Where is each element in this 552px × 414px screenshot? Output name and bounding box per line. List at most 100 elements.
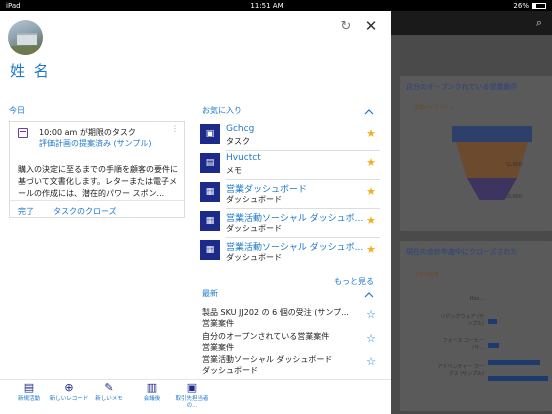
funnel-label: \2,000 — [506, 162, 522, 168]
complete-button[interactable]: 完了 — [18, 206, 34, 217]
recent-type: 営業案件 — [202, 319, 234, 328]
after-meeting-label: 会議後 — [143, 396, 161, 402]
star-filled-icon[interactable]: ★ — [366, 215, 376, 226]
star-filled-icon[interactable]: ★ — [366, 186, 376, 197]
chevron-up-icon[interactable] — [364, 291, 374, 299]
new-note-button[interactable]: ✎ 新しいメモ — [89, 382, 129, 403]
navigation-panel: 姓 名 ↻ ✕ 今日 10:00 am が期限のタスク 評価計画の提案済み (サ… — [0, 11, 391, 414]
task-actions: 完了 タスクのクローズ — [10, 200, 184, 218]
star-outline-icon[interactable]: ☆ — [366, 309, 376, 320]
star-outline-icon[interactable]: ☆ — [366, 333, 376, 344]
star-filled-icon[interactable]: ★ — [366, 157, 376, 168]
card-title: 現在の会計年度中にクローズされた — [406, 248, 518, 256]
battery-status: 26% — [513, 2, 546, 10]
close-task-button[interactable]: タスクのクローズ — [53, 206, 117, 217]
recent-heading: 最新 — [202, 289, 218, 298]
recent-title: 製品 SKU JJ202 の 6 個の受注 (サンプ... — [202, 308, 349, 317]
recent-item[interactable]: 自分のオープンされている営業案件 営業案件 ☆ — [200, 331, 380, 355]
favorite-item[interactable]: ▦ 営業活動ソーシャル ダッシュボ... ダッシュボード ★ — [200, 211, 380, 235]
bar — [488, 360, 540, 365]
after-meeting-button[interactable]: ▥ 会議後 — [132, 382, 172, 403]
favorite-item[interactable]: ▤ Hvuctct メモ ★ — [200, 153, 380, 177]
bar — [488, 376, 548, 381]
dashboard-icon: ▦ — [200, 211, 220, 231]
card-subtitle: 上位の顧客 — [414, 272, 440, 278]
new-activity-button[interactable]: ▤ 新規活動 — [9, 382, 49, 403]
close-icon[interactable]: ✕ — [364, 19, 378, 34]
task-card[interactable]: 10:00 am が期限のタスク 評価計画の提案済み (サンプル) ⋮ 購入の決… — [9, 121, 185, 218]
bar-label: リビングウェア (サンプル) — [440, 314, 484, 327]
today-heading: 今日 — [9, 106, 25, 115]
contact-button[interactable]: ▣ 取引先担当者の... — [172, 382, 212, 410]
background-app: ⌕ 自分のオープンされている営業案件 営業パイプライン \2,000 \3,00… — [391, 11, 552, 414]
quick-actions-bar: ▤ 新規活動 ⊕ 新しいレコード ✎ 新しいメモ ▥ 会議後 ▣ 取引先担当者の… — [0, 379, 391, 414]
recent-title: 営業活動ソーシャル ダッシュボード — [202, 355, 333, 364]
star-filled-icon[interactable]: ★ — [366, 244, 376, 255]
recent-title: 自分のオープンされている営業案件 — [202, 332, 330, 341]
battery-icon — [531, 2, 546, 9]
favorite-type: ダッシュボード — [226, 195, 282, 204]
favorite-item[interactable]: ▦ 営業ダッシュボード ダッシュボード ★ — [200, 182, 380, 206]
favorite-type: タスク — [226, 137, 250, 146]
recent-item[interactable]: 営業活動ソーシャル ダッシュボード ダッシュボード ☆ — [200, 354, 380, 378]
funnel-label: \3,000 — [506, 194, 522, 200]
star-outline-icon[interactable]: ☆ — [366, 356, 376, 367]
funnel-stage — [452, 126, 532, 142]
favorite-item[interactable]: ▦ 営業活動ソーシャル ダッシュボ... ダッシュボード ★ — [200, 240, 380, 264]
favorite-title: Gchcg — [226, 124, 255, 134]
new-record-button[interactable]: ⊕ 新しいレコード — [49, 382, 89, 403]
task-icon: ▣ — [200, 124, 220, 144]
funnel-stage — [456, 142, 528, 178]
user-name[interactable]: 姓 名 — [10, 60, 51, 81]
bar — [488, 319, 497, 324]
contact-label: 取引先担当者の... — [175, 396, 209, 409]
avatar[interactable] — [8, 20, 43, 55]
refresh-icon[interactable]: ↻ — [339, 20, 353, 34]
card-subtitle: 営業パイプライン — [414, 105, 455, 111]
task-description: 購入の決定に至るまでの手順を顧客の要件に基づいて文書化します。レターまたは電子メ… — [18, 165, 178, 198]
card-title: 自分のオープンされている営業案件 — [406, 83, 518, 91]
new-activity-label: 新規活動 — [17, 396, 40, 402]
favorite-title: Hvuctct — [226, 153, 261, 163]
dashboard-icon: ▦ — [200, 240, 220, 260]
bar — [488, 343, 499, 348]
new-activity-icon: ▤ — [23, 381, 35, 394]
divider — [226, 208, 380, 209]
task-icon — [18, 128, 28, 138]
background-topbar: ⌕ — [391, 11, 552, 35]
recent-item[interactable]: 製品 SKU JJ202 の 6 個の受注 (サンプ... 営業案件 ☆ — [200, 307, 380, 331]
bar-label: アドベンチャー ワークス (サンプル) — [437, 364, 484, 377]
bar-label: フォース コーヒー (サ... — [442, 338, 484, 351]
recent-type: ダッシュボード — [202, 366, 258, 375]
chevron-up-icon[interactable] — [364, 108, 374, 116]
clock: 11:51 AM — [250, 1, 284, 10]
divider — [226, 179, 380, 180]
divider — [226, 237, 380, 238]
favorite-type: ダッシュボード — [226, 253, 282, 262]
more-options-icon[interactable]: ⋮ — [171, 124, 179, 133]
new-note-icon: ✎ — [104, 381, 114, 394]
closed-this-year-card: 現在の会計年度中にクローズされた 上位の顧客 Hos... リビングウェア (サ… — [400, 241, 552, 411]
star-filled-icon[interactable]: ★ — [366, 128, 376, 139]
favorite-type: メモ — [226, 166, 242, 175]
open-opportunities-card: 自分のオープンされている営業案件 営業パイプライン \2,000 \3,000 — [400, 76, 552, 231]
divider — [226, 150, 380, 151]
favorite-type: ダッシュボード — [226, 224, 282, 233]
battery-percent: 26% — [513, 1, 529, 10]
dashboard-icon: ▦ — [200, 182, 220, 202]
recent-type: 営業案件 — [202, 343, 234, 352]
new-note-label: 新しいメモ — [95, 396, 123, 402]
new-record-label: 新しいレコード — [49, 396, 89, 402]
after-meeting-icon: ▥ — [146, 381, 158, 394]
status-bar: iPad 11:51 AM 26% — [0, 0, 552, 11]
avatar-ground — [8, 46, 43, 55]
avatar-building — [17, 33, 37, 45]
bar-label: Hos... — [469, 296, 484, 302]
see-more-link[interactable]: もっと見る — [334, 276, 374, 287]
memo-icon: ▤ — [200, 153, 220, 173]
task-link[interactable]: 評価計画の提案済み (サンプル) — [39, 138, 152, 149]
task-due-time: 10:00 am が期限のタスク — [39, 128, 136, 137]
favorite-item[interactable]: ▣ Gchcg タスク ★ — [200, 124, 380, 148]
search-icon[interactable]: ⌕ — [536, 16, 542, 30]
contact-icon: ▣ — [186, 381, 198, 394]
